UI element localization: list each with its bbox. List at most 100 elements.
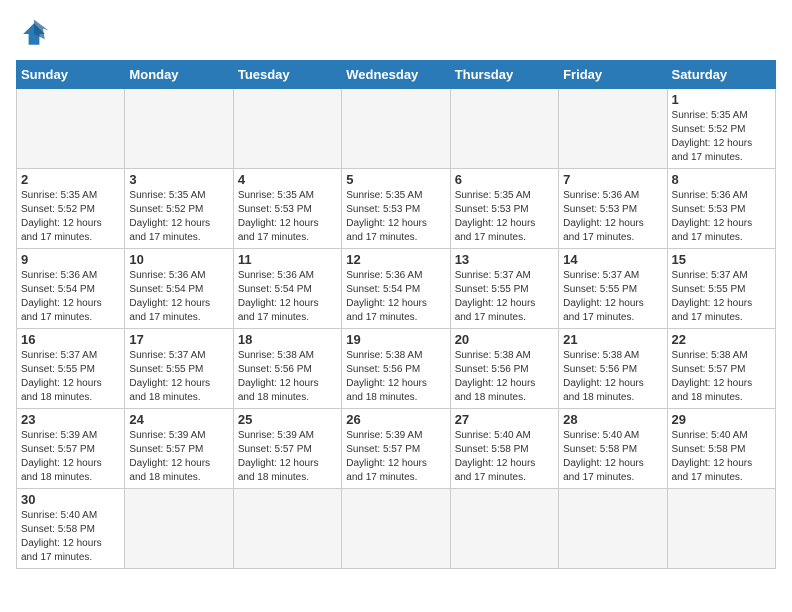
- sunrise-text: Sunrise: 5:35 AM: [672, 110, 748, 121]
- sunset-text: Sunset: 5:53 PM: [455, 204, 529, 215]
- sunrise-text: Sunrise: 5:40 AM: [21, 510, 97, 521]
- sunset-text: Sunset: 5:58 PM: [455, 444, 529, 455]
- calendar-cell: [342, 489, 450, 569]
- daylight-text: Daylight: 12 hours and 18 minutes.: [563, 378, 644, 403]
- day-number: 19: [346, 332, 445, 347]
- day-number: 25: [238, 412, 337, 427]
- sunrise-text: Sunrise: 5:36 AM: [672, 190, 748, 201]
- daylight-text: Daylight: 12 hours and 17 minutes.: [346, 458, 427, 483]
- day-number: 5: [346, 172, 445, 187]
- calendar-cell: 23Sunrise: 5:39 AMSunset: 5:57 PMDayligh…: [17, 409, 125, 489]
- day-number: 1: [672, 92, 771, 107]
- calendar-cell: 9Sunrise: 5:36 AMSunset: 5:54 PMDaylight…: [17, 249, 125, 329]
- weekday-header-friday: Friday: [559, 61, 667, 89]
- day-number: 20: [455, 332, 554, 347]
- sunrise-text: Sunrise: 5:38 AM: [455, 350, 531, 361]
- day-info: Sunrise: 5:36 AMSunset: 5:54 PMDaylight:…: [346, 269, 445, 325]
- day-info: Sunrise: 5:37 AMSunset: 5:55 PMDaylight:…: [455, 269, 554, 325]
- daylight-text: Daylight: 12 hours and 17 minutes.: [672, 218, 753, 243]
- sunrise-text: Sunrise: 5:35 AM: [129, 190, 205, 201]
- daylight-text: Daylight: 12 hours and 17 minutes.: [238, 298, 319, 323]
- day-number: 7: [563, 172, 662, 187]
- weekday-header-thursday: Thursday: [450, 61, 558, 89]
- sunrise-text: Sunrise: 5:39 AM: [346, 430, 422, 441]
- sunset-text: Sunset: 5:52 PM: [21, 204, 95, 215]
- sunrise-text: Sunrise: 5:35 AM: [455, 190, 531, 201]
- day-info: Sunrise: 5:37 AMSunset: 5:55 PMDaylight:…: [21, 349, 120, 405]
- calendar-cell: 4Sunrise: 5:35 AMSunset: 5:53 PMDaylight…: [233, 169, 341, 249]
- sunset-text: Sunset: 5:57 PM: [21, 444, 95, 455]
- day-info: Sunrise: 5:40 AMSunset: 5:58 PMDaylight:…: [563, 429, 662, 485]
- day-number: 17: [129, 332, 228, 347]
- calendar-cell: 3Sunrise: 5:35 AMSunset: 5:52 PMDaylight…: [125, 169, 233, 249]
- sunset-text: Sunset: 5:55 PM: [21, 364, 95, 375]
- day-info: Sunrise: 5:39 AM Sunset: 5:57 PM Daylight:…: [346, 429, 445, 485]
- sunset-text: Sunset: 5:56 PM: [563, 364, 637, 375]
- sunrise-text: Sunrise: 5:36 AM: [563, 190, 639, 201]
- calendar-week-5: 23Sunrise: 5:39 AMSunset: 5:57 PMDayligh…: [17, 409, 776, 489]
- sunset-text: Sunset: 5:55 PM: [129, 364, 203, 375]
- day-info: Sunrise: 5:35 AM Sunset: 5:53 PM Daylight:…: [455, 189, 554, 245]
- day-info: Sunrise: 5:36 AMSunset: 5:54 PMDaylight:…: [21, 269, 120, 325]
- calendar-cell: [125, 489, 233, 569]
- calendar-cell: [667, 489, 775, 569]
- daylight-text: Daylight: 12 hours and 17 minutes.: [21, 218, 102, 243]
- day-info: Sunrise: 5:38 AMSunset: 5:56 PMDaylight:…: [455, 349, 554, 405]
- daylight-text: Daylight: 12 hours and 17 minutes.: [455, 218, 536, 243]
- calendar-cell: 2Sunrise: 5:35 AMSunset: 5:52 PMDaylight…: [17, 169, 125, 249]
- day-number: 8: [672, 172, 771, 187]
- daylight-text: Daylight: 12 hours and 18 minutes.: [238, 378, 319, 403]
- sunrise-text: Sunrise: 5:36 AM: [129, 270, 205, 281]
- day-info: Sunrise: 5:40 AMSunset: 5:58 PMDaylight:…: [455, 429, 554, 485]
- sunset-text: Sunset: 5:53 PM: [672, 204, 746, 215]
- sunrise-text: Sunrise: 5:39 AM: [129, 430, 205, 441]
- calendar-cell: 28 Sunrise: 5:40 AMSunset: 5:58 PMDayligh…: [559, 409, 667, 489]
- day-number: 12: [346, 252, 445, 267]
- daylight-text: Daylight: 12 hours and 17 minutes.: [455, 458, 536, 483]
- calendar-cell: 20 Sunrise: 5:38 AMSunset: 5:56 PMDayligh…: [450, 329, 558, 409]
- sunrise-text: Sunrise: 5:37 AM: [672, 270, 748, 281]
- sunrise-text: Sunrise: 5:38 AM: [563, 350, 639, 361]
- sunrise-text: Sunrise: 5:36 AM: [21, 270, 97, 281]
- daylight-text: Daylight: 12 hours and 17 minutes.: [238, 218, 319, 243]
- day-info: Sunrise: 5:35 AMSunset: 5:52 PMDaylight:…: [129, 189, 228, 245]
- sunset-text: Sunset: 5:57 PM: [346, 444, 420, 455]
- day-info: Sunrise: 5:36 AM Sunset: 5:54 PM Daylight:…: [238, 269, 337, 325]
- calendar-cell: 10Sunrise: 5:36 AMSunset: 5:54 PMDayligh…: [125, 249, 233, 329]
- sunset-text: Sunset: 5:54 PM: [238, 284, 312, 295]
- day-number: 26: [346, 412, 445, 427]
- calendar-week-6: 30Sunrise: 5:40 AMSunset: 5:58 PMDayligh…: [17, 489, 776, 569]
- day-info: Sunrise: 5:35 AMSunset: 5:52 PMDaylight:…: [21, 189, 120, 245]
- sunset-text: Sunset: 5:58 PM: [563, 444, 637, 455]
- day-number: 10: [129, 252, 228, 267]
- sunset-text: Sunset: 5:52 PM: [129, 204, 203, 215]
- daylight-text: Daylight: 12 hours and 17 minutes.: [346, 218, 427, 243]
- calendar-cell: 12 Sunrise: 5:36 AMSunset: 5:54 PMDayligh…: [342, 249, 450, 329]
- day-number: 18: [238, 332, 337, 347]
- daylight-text: Daylight: 12 hours and 18 minutes.: [455, 378, 536, 403]
- calendar-cell: [559, 89, 667, 169]
- sunrise-text: Sunrise: 5:39 AM: [238, 430, 314, 441]
- day-info: Sunrise: 5:35 AMSunset: 5:53 PMDaylight:…: [238, 189, 337, 245]
- daylight-text: Daylight: 12 hours and 17 minutes.: [563, 218, 644, 243]
- day-number: 28: [563, 412, 662, 427]
- daylight-text: Daylight: 12 hours and 18 minutes.: [129, 378, 210, 403]
- sunset-text: Sunset: 5:57 PM: [672, 364, 746, 375]
- daylight-text: Daylight: 12 hours and 17 minutes.: [563, 458, 644, 483]
- sunrise-text: Sunrise: 5:36 AM: [238, 270, 314, 281]
- sunset-text: Sunset: 5:53 PM: [346, 204, 420, 215]
- calendar-cell: 18Sunrise: 5:38 AMSunset: 5:56 PMDayligh…: [233, 329, 341, 409]
- sunrise-text: Sunrise: 5:36 AM: [346, 270, 422, 281]
- daylight-text: Daylight: 12 hours and 17 minutes.: [346, 298, 427, 323]
- calendar-week-1: 1Sunrise: 5:35 AMSunset: 5:52 PMDaylight…: [17, 89, 776, 169]
- calendar-cell: 26 Sunrise: 5:39 AM Sunset: 5:57 PM Dayligh…: [342, 409, 450, 489]
- calendar-cell: [450, 89, 558, 169]
- calendar-cell: 13Sunrise: 5:37 AMSunset: 5:55 PMDayligh…: [450, 249, 558, 329]
- calendar-cell: 30Sunrise: 5:40 AMSunset: 5:58 PMDayligh…: [17, 489, 125, 569]
- sunset-text: Sunset: 5:53 PM: [238, 204, 312, 215]
- daylight-text: Daylight: 12 hours and 17 minutes.: [21, 298, 102, 323]
- sunrise-text: Sunrise: 5:37 AM: [129, 350, 205, 361]
- day-info: Sunrise: 5:40 AMSunset: 5:58 PMDaylight:…: [672, 429, 771, 485]
- calendar-cell: 5Sunrise: 5:35 AMSunset: 5:53 PMDaylight…: [342, 169, 450, 249]
- calendar-cell: 21Sunrise: 5:38 AMSunset: 5:56 PMDayligh…: [559, 329, 667, 409]
